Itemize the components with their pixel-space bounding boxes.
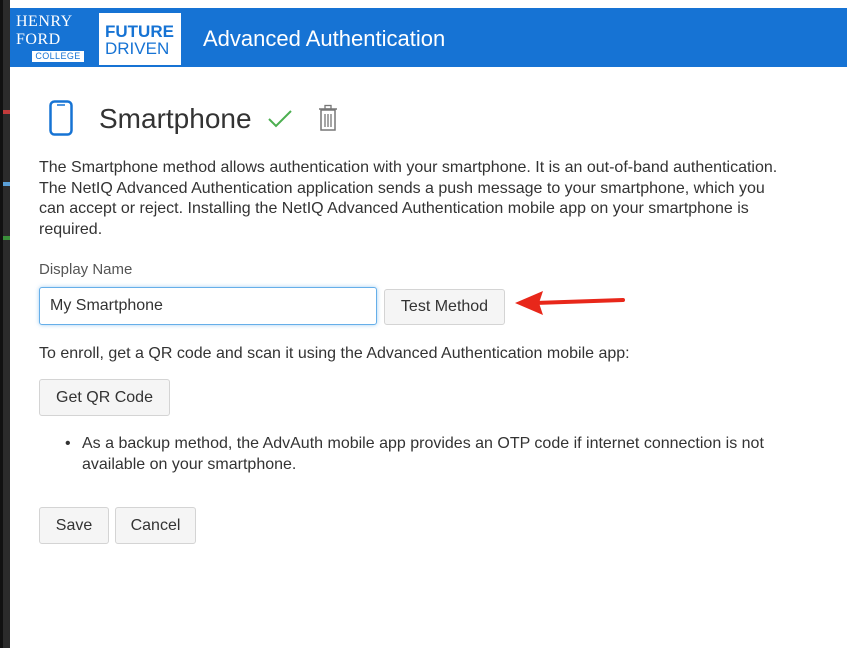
edge-mark xyxy=(3,236,10,240)
app-header: HENRY FORD COLLEGE FUTURE DRIVEN Advance… xyxy=(10,8,847,67)
edge-mark xyxy=(3,182,10,186)
app-title: Advanced Authentication xyxy=(203,26,446,51)
save-button[interactable]: Save xyxy=(39,507,109,544)
trash-icon[interactable] xyxy=(317,104,339,132)
henry-ford-college-logo: HENRY FORD COLLEGE xyxy=(16,13,94,64)
cancel-button[interactable]: Cancel xyxy=(115,507,196,544)
logo-driven-text: DRIVEN xyxy=(105,39,170,58)
display-name-input[interactable] xyxy=(39,287,377,325)
future-driven-logo: FUTURE DRIVEN xyxy=(99,13,181,65)
logo-college-text: COLLEGE xyxy=(32,51,84,62)
display-name-label: Display Name xyxy=(39,261,133,278)
left-edge-strip xyxy=(0,0,3,648)
bullet-icon: • xyxy=(65,435,71,452)
method-header: Smartphone xyxy=(49,100,369,138)
get-qr-code-button[interactable]: Get QR Code xyxy=(39,379,170,416)
enroll-instructions: To enroll, get a QR code and scan it usi… xyxy=(39,345,630,362)
method-description: The Smartphone method allows authenticat… xyxy=(39,159,778,238)
left-window-edge xyxy=(0,0,10,648)
smartphone-icon xyxy=(49,100,73,136)
logo-ford-text: FORD xyxy=(16,31,61,48)
method-title: Smartphone xyxy=(99,103,252,134)
list-item: • As a backup method, the AdvAuth mobile… xyxy=(65,434,795,475)
page: HENRY FORD COLLEGE FUTURE DRIVEN Advance… xyxy=(10,0,847,648)
note-list: • As a backup method, the AdvAuth mobile… xyxy=(65,434,795,475)
logo-henry-text: HENRY xyxy=(16,13,73,30)
edge-mark xyxy=(3,110,10,114)
red-arrow-annotation xyxy=(515,291,625,315)
test-method-button[interactable]: Test Method xyxy=(384,289,505,325)
checkmark-icon xyxy=(268,110,292,128)
list-item-text: As a backup method, the AdvAuth mobile a… xyxy=(82,435,764,473)
